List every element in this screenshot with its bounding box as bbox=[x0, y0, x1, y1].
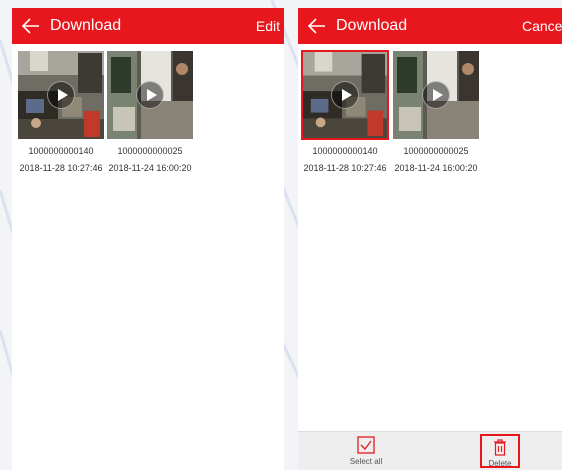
play-icon[interactable] bbox=[422, 81, 450, 109]
video-tile[interactable]: 1000000000025 2018-11-24 16:00:20 bbox=[106, 50, 194, 174]
video-name: 1000000000140 bbox=[312, 146, 378, 156]
edit-action-bar: Select all Delete bbox=[298, 431, 562, 470]
select-all-label: Select all bbox=[349, 457, 383, 466]
video-date: 2018-11-24 16:00:20 bbox=[108, 163, 192, 173]
video-thumbnail[interactable] bbox=[17, 50, 105, 140]
video-tile[interactable]: 1000000000025 2018-11-24 16:00:20 bbox=[392, 50, 480, 174]
video-date: 2018-11-28 10:27:46 bbox=[303, 163, 387, 173]
video-name: 1000000000140 bbox=[28, 146, 94, 156]
app-header: Download Cancel bbox=[298, 8, 562, 44]
play-icon[interactable] bbox=[47, 81, 75, 109]
video-date: 2018-11-28 10:27:46 bbox=[19, 163, 103, 173]
back-arrow-icon[interactable] bbox=[308, 18, 326, 34]
video-name: 1000000000025 bbox=[403, 146, 469, 156]
page-title: Download bbox=[336, 17, 408, 34]
download-screen-edit-mode: Download Cancel 1000000000140 2018-11-28… bbox=[298, 8, 562, 470]
play-icon[interactable] bbox=[331, 81, 359, 109]
select-all-button[interactable]: Select all bbox=[342, 436, 390, 467]
page-title: Download bbox=[50, 17, 122, 34]
cancel-button[interactable]: Cancel bbox=[522, 18, 562, 34]
video-date: 2018-11-24 16:00:20 bbox=[394, 163, 478, 173]
app-header: Download Edit bbox=[12, 8, 284, 44]
back-arrow-icon[interactable] bbox=[22, 18, 40, 34]
video-thumbnail[interactable] bbox=[106, 50, 194, 140]
video-thumbnail[interactable] bbox=[392, 50, 480, 140]
checkbox-icon bbox=[357, 436, 375, 454]
video-name: 1000000000025 bbox=[117, 146, 183, 156]
play-icon[interactable] bbox=[136, 81, 164, 109]
delete-label: Delete bbox=[488, 459, 512, 468]
video-tile[interactable]: 1000000000140 2018-11-28 10:27:46 bbox=[301, 50, 389, 174]
delete-button[interactable]: Delete bbox=[480, 434, 520, 468]
video-thumbnail-selected[interactable] bbox=[301, 50, 389, 140]
video-tile[interactable]: 1000000000140 2018-11-28 10:27:46 bbox=[17, 50, 105, 174]
download-screen-view-mode: Download Edit 1000000000140 2018-11-28 1… bbox=[12, 8, 284, 470]
trash-icon bbox=[494, 439, 506, 456]
edit-button[interactable]: Edit bbox=[256, 18, 280, 34]
